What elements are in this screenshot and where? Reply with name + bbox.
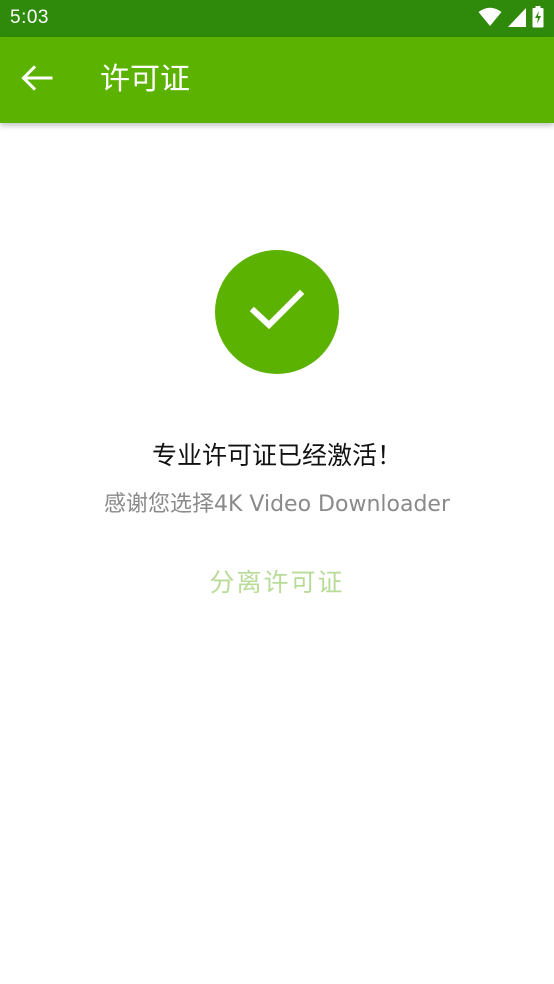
app-bar: 许可证: [0, 37, 554, 123]
checkmark-icon: [249, 289, 305, 335]
arrow-left-icon: [21, 65, 53, 95]
thanks-subtitle: 感谢您选择4K Video Downloader: [104, 492, 450, 517]
wifi-icon: [478, 7, 502, 31]
battery-charging-icon: [532, 6, 544, 32]
activation-headline: 专业许可证已经激活！: [151, 441, 402, 470]
back-button[interactable]: [14, 57, 60, 103]
signal-icon: [508, 7, 526, 31]
success-badge: [215, 250, 339, 374]
status-bar: 5:03: [0, 0, 554, 37]
detach-license-button[interactable]: 分离许可证: [177, 556, 377, 606]
page-title: 许可证: [100, 62, 190, 97]
status-time: 5:03: [10, 7, 49, 28]
status-icons: [478, 6, 544, 32]
